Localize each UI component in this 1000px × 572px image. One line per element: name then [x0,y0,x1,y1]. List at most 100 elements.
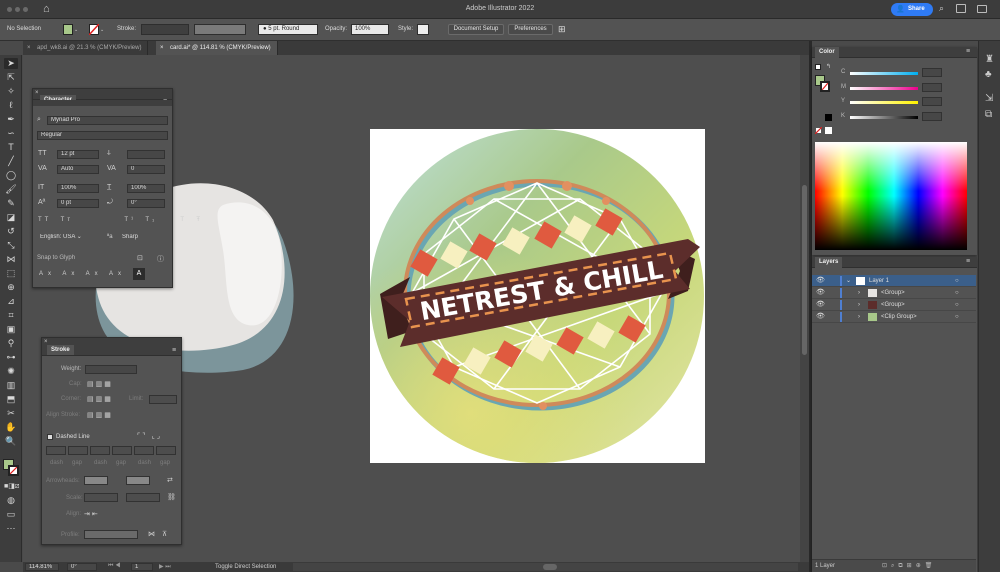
default-colors-icon[interactable] [815,64,821,70]
stroke-weight-field[interactable] [85,365,137,374]
text-style-buttons[interactable]: TT Tт T¹ T₁ T Ŧ [38,217,203,223]
color-panel-title[interactable]: Color [815,47,839,58]
free-transform-icon[interactable]: ⬚ [4,268,18,279]
leading-size-field[interactable] [127,150,165,159]
artboard-nav-icons[interactable]: ⏮ ◀ [108,563,120,570]
sticker-artwork[interactable]: NETREST & CHILL [370,129,705,463]
target-icon[interactable]: ○ [955,275,959,287]
white-swatch[interactable] [825,127,832,134]
rotate-tool-icon[interactable]: ↺ [4,226,18,237]
flip-along-icon[interactable]: ⋈ [148,530,155,538]
preferences-button[interactable]: Preferences [508,24,553,35]
panel-menu-icon[interactable]: ≡ [966,258,970,265]
start-scale-field[interactable] [84,493,118,502]
chevron-down-icon[interactable]: ⌄ [74,27,78,33]
chevron-right-icon[interactable]: › [858,299,860,311]
color-spectrum[interactable] [815,142,967,250]
perspective-grid-icon[interactable]: ⊿ [4,296,18,307]
draw-mode-icon[interactable]: ◍ [4,495,18,506]
type-tool-icon[interactable]: T [4,142,18,153]
opacity-field[interactable]: 100% [351,24,389,35]
arrow-align-buttons[interactable]: ⇥⇤ [84,510,100,518]
zoom-field[interactable]: 114.81% [25,563,59,571]
export-icon[interactable]: ⇲ [985,93,993,104]
corner-buttons[interactable]: ▤▥▦ [87,395,113,403]
end-scale-field[interactable] [126,493,160,502]
info-icon[interactable]: ⓘ [157,254,164,264]
channel-y-slider[interactable] [850,101,918,104]
dash-align-buttons[interactable]: ⌜⌝ ⌞⌟ [137,432,162,440]
curvature-tool-icon[interactable]: ∽ [4,128,18,139]
dash-field[interactable] [90,446,110,455]
stroke-weight-field[interactable] [141,24,189,35]
magic-wand-icon[interactable]: ✧ [4,86,18,97]
swap-colors-icon[interactable]: ↰ [826,63,831,70]
graph-tool-icon[interactable]: ▥ [4,380,18,391]
channel-k-slider[interactable] [850,116,918,119]
target-icon[interactable]: ○ [955,299,959,311]
black-swatch[interactable] [825,114,832,121]
rotate-view-field[interactable]: 0° [67,563,97,571]
share-button[interactable]: 👤 Share [891,3,933,16]
document-setup-button[interactable]: Document Setup [448,24,504,35]
layer-actions-icons[interactable]: ⊡⌕⧉⊞⊕🗑 [882,562,936,570]
tracking-field[interactable]: 0 [127,165,165,174]
none-color-icon[interactable] [815,127,822,134]
chevron-right-icon[interactable]: › [858,311,860,323]
hand-tool-icon[interactable]: ✋ [4,422,18,433]
panel-menu-icon[interactable]: ≡ [172,347,176,354]
stroke-swatch[interactable] [89,24,99,35]
align-stroke-buttons[interactable]: ▤▥▦ [87,411,113,419]
artboard[interactable]: NETREST & CHILL [370,129,705,463]
scrollbar-thumb[interactable] [802,185,807,355]
channel-k-field[interactable] [922,112,942,121]
dashed-line-checkbox[interactable] [47,434,53,440]
tab-apd-wk8[interactable]: × apd_wk8.ai @ 21.3 % (CMYK/Preview) [23,41,149,55]
gap-field[interactable] [68,446,88,455]
layers-panel-header[interactable]: Layers ≡ [812,257,977,268]
brush-definition[interactable]: ● 5 pt. Round [258,24,318,35]
more-tools-icon[interactable]: ⋯ [4,523,18,534]
width-tool-icon[interactable]: ⋈ [4,254,18,265]
chevron-right-icon[interactable]: › [858,287,860,299]
snap-glyph-active-option[interactable]: A [133,268,145,280]
baseline-shift-field[interactable]: 0 pt [57,199,99,208]
channel-c-field[interactable] [922,68,942,77]
stroke-panel-header[interactable]: × Stroke ≡ [42,338,181,356]
flip-across-icon[interactable]: ⊼ [162,530,167,538]
kerning-field[interactable]: Auto [57,165,99,174]
layer-row[interactable]: 👁 › <Group> ○ [812,287,976,299]
line-tool-icon[interactable]: ╱ [4,156,18,167]
stroke-panel-title[interactable]: Stroke [47,345,74,355]
selection-tool-icon[interactable]: ➤ [4,58,18,69]
close-icon[interactable]: × [27,41,31,55]
workspace-icon[interactable] [977,5,987,13]
character-panel-header[interactable]: × Character ≡ [33,89,172,105]
color-panel-header[interactable]: Color ≡ [812,47,977,58]
lasso-icon[interactable]: ℓ [4,100,18,111]
eye-icon[interactable]: 👁 [816,275,825,287]
eraser-icon[interactable]: ◪ [4,212,18,223]
gap-field[interactable] [112,446,132,455]
artboard-number-field[interactable]: 1 [131,563,153,571]
target-icon[interactable]: ○ [955,287,959,299]
gap-field[interactable] [156,446,176,455]
chevron-down-icon[interactable]: ⌄ [100,27,104,33]
layers-panel-title[interactable]: Layers [815,257,843,268]
eye-icon[interactable]: 👁 [816,299,825,311]
variable-width-profile[interactable] [194,24,246,35]
symbol-sprayer-icon[interactable]: ✺ [4,366,18,377]
channel-m-field[interactable] [922,83,942,92]
font-style-dropdown[interactable]: Regular [37,131,168,140]
width-profile-dropdown[interactable] [84,530,138,539]
channel-y-field[interactable] [922,97,942,106]
eyedropper-icon[interactable]: ⚲ [4,338,18,349]
channel-m-slider[interactable] [850,87,918,90]
start-arrowhead-dropdown[interactable] [84,476,108,485]
swap-arrowheads-icon[interactable]: ⇄ [167,476,173,484]
stroke-color-icon[interactable] [8,465,19,476]
libraries-icon[interactable]: ♜ [985,54,994,65]
close-icon[interactable]: × [160,41,164,55]
language-dropdown[interactable]: English: USA ⌄ [37,234,101,243]
scale-tool-icon[interactable]: ⤡ [4,240,18,251]
